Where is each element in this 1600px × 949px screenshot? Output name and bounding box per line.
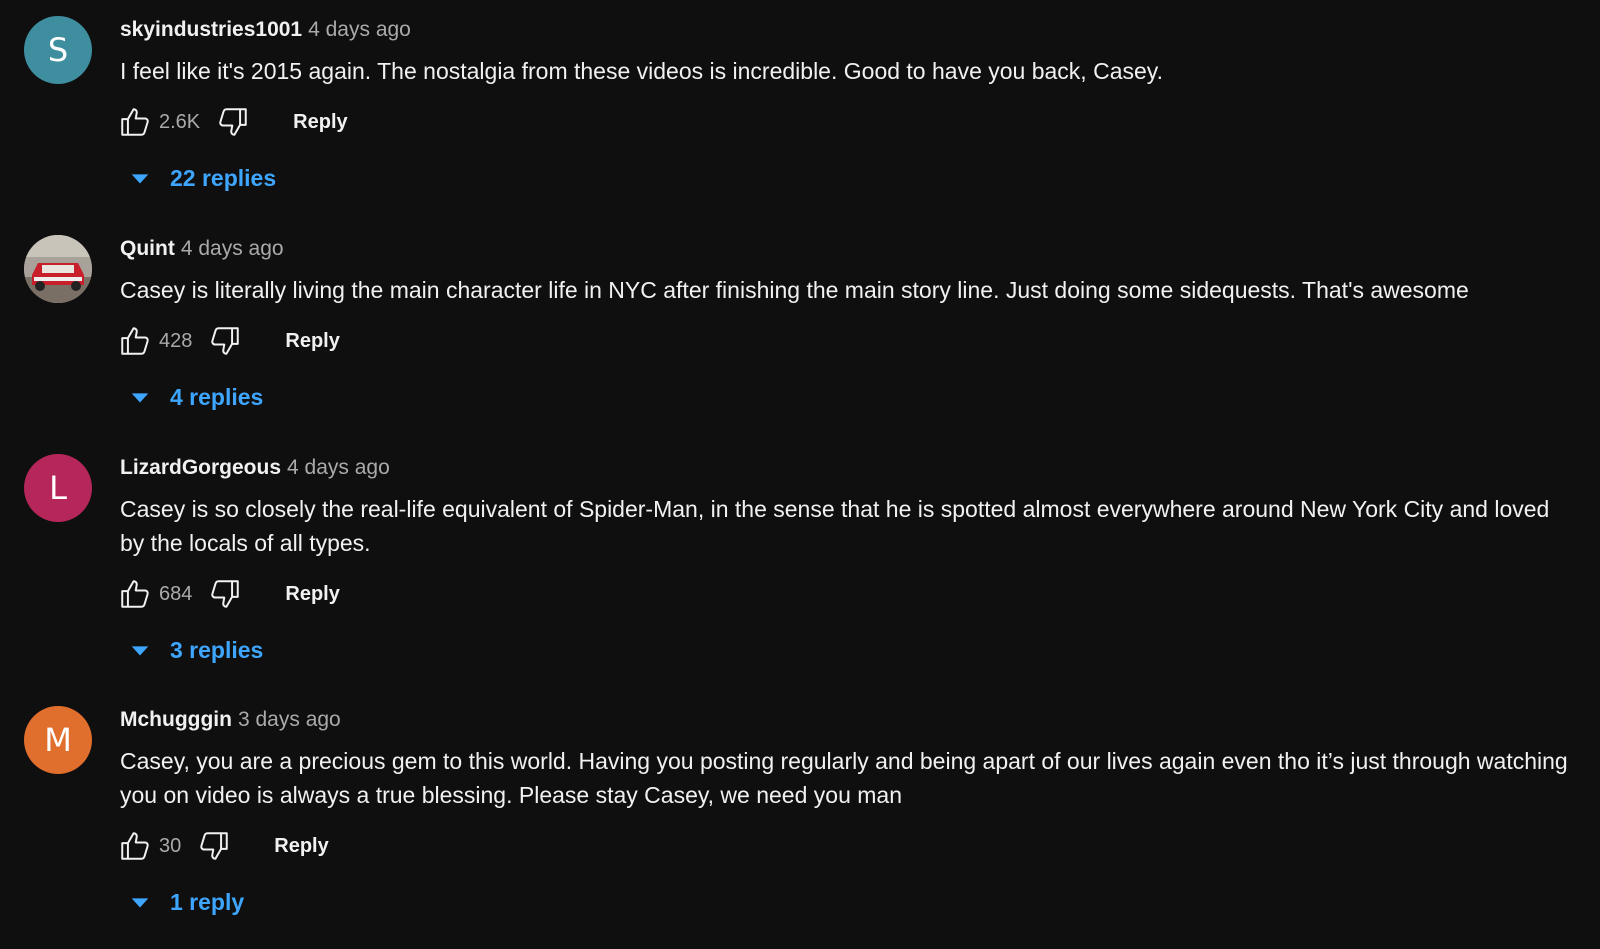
reply-button[interactable]: Reply: [285, 330, 339, 353]
caret-down-icon: [128, 385, 152, 409]
comment-body: Mchugggin 3 days ago Casey, you are a pre…: [120, 706, 1570, 922]
comment-text: Casey is so closely the real-life equiva…: [120, 496, 1550, 556]
thumb-down-icon[interactable]: [196, 828, 232, 864]
view-replies-button[interactable]: 3 replies: [128, 630, 1570, 670]
replies-count-label: 4 replies: [170, 383, 264, 410]
reply-button[interactable]: Reply: [293, 111, 347, 134]
like-count: 2.6K: [159, 110, 201, 133]
avatar[interactable]: M: [24, 706, 92, 774]
reply-button[interactable]: Reply: [274, 835, 328, 858]
author-name[interactable]: skyindustries1001: [120, 18, 302, 41]
avatar[interactable]: L: [24, 454, 92, 522]
replies-count-label: 22 replies: [170, 164, 277, 191]
comment-actions: 428 Reply: [120, 321, 1570, 361]
comment-actions: 2.6K Reply: [120, 102, 1570, 142]
thumb-up-icon[interactable]: [117, 828, 153, 864]
comment-header: Quint 4 days ago: [120, 235, 1570, 263]
comment-text: I feel like it's 2015 again. The nostalg…: [120, 58, 1163, 84]
comment-text: Casey, you are a precious gem to this wo…: [120, 748, 1568, 808]
comment-header: LizardGorgeous 4 days ago: [120, 454, 1570, 482]
comment-actions: 684 Reply: [120, 574, 1570, 614]
comment-time[interactable]: 4 days ago: [308, 18, 411, 41]
author-name[interactable]: Quint: [120, 237, 175, 260]
thumb-up-icon[interactable]: [117, 104, 153, 140]
caret-down-icon: [128, 638, 152, 662]
thumb-down-icon[interactable]: [215, 104, 251, 140]
like-count: 684: [159, 582, 193, 605]
thumb-up-icon[interactable]: [117, 323, 153, 359]
comment-text: Casey is literally living the main chara…: [120, 277, 1469, 303]
comment-body: Quint 4 days ago Casey is literally livin…: [120, 235, 1570, 417]
view-replies-button[interactable]: 4 replies: [128, 377, 1570, 417]
caret-down-icon: [128, 890, 152, 914]
author-name[interactable]: Mchugggin: [120, 708, 232, 731]
avatar-letter: L: [49, 469, 67, 507]
thumb-down-icon[interactable]: [207, 323, 243, 359]
like-count: 30: [159, 834, 182, 857]
caret-down-icon: [128, 166, 152, 190]
avatar[interactable]: S: [24, 16, 92, 84]
comment-time[interactable]: 4 days ago: [287, 456, 390, 479]
author-name[interactable]: LizardGorgeous: [120, 456, 281, 479]
comment-time[interactable]: 3 days ago: [238, 708, 341, 731]
view-replies-button[interactable]: 1 reply: [128, 882, 1570, 922]
comment-body: LizardGorgeous 4 days ago Casey is so clo…: [120, 454, 1570, 670]
reply-button[interactable]: Reply: [285, 583, 339, 606]
like-count: 428: [159, 329, 193, 352]
avatar[interactable]: [24, 235, 92, 303]
avatar-letter: S: [47, 31, 69, 69]
comment-time[interactable]: 4 days ago: [181, 237, 284, 260]
comment-body: skyindustries1001 4 days ago I feel like …: [120, 16, 1570, 198]
replies-count-label: 1 reply: [170, 888, 245, 915]
comment-header: skyindustries1001 4 days ago: [120, 16, 1570, 44]
comment-actions: 30 Reply: [120, 826, 1570, 866]
avatar-letter: M: [44, 721, 72, 759]
thumb-up-icon[interactable]: [117, 576, 153, 612]
replies-count-label: 3 replies: [170, 636, 264, 663]
view-replies-button[interactable]: 22 replies: [128, 158, 1570, 198]
thumb-down-icon[interactable]: [207, 576, 243, 612]
comment-header: Mchugggin 3 days ago: [120, 706, 1570, 734]
